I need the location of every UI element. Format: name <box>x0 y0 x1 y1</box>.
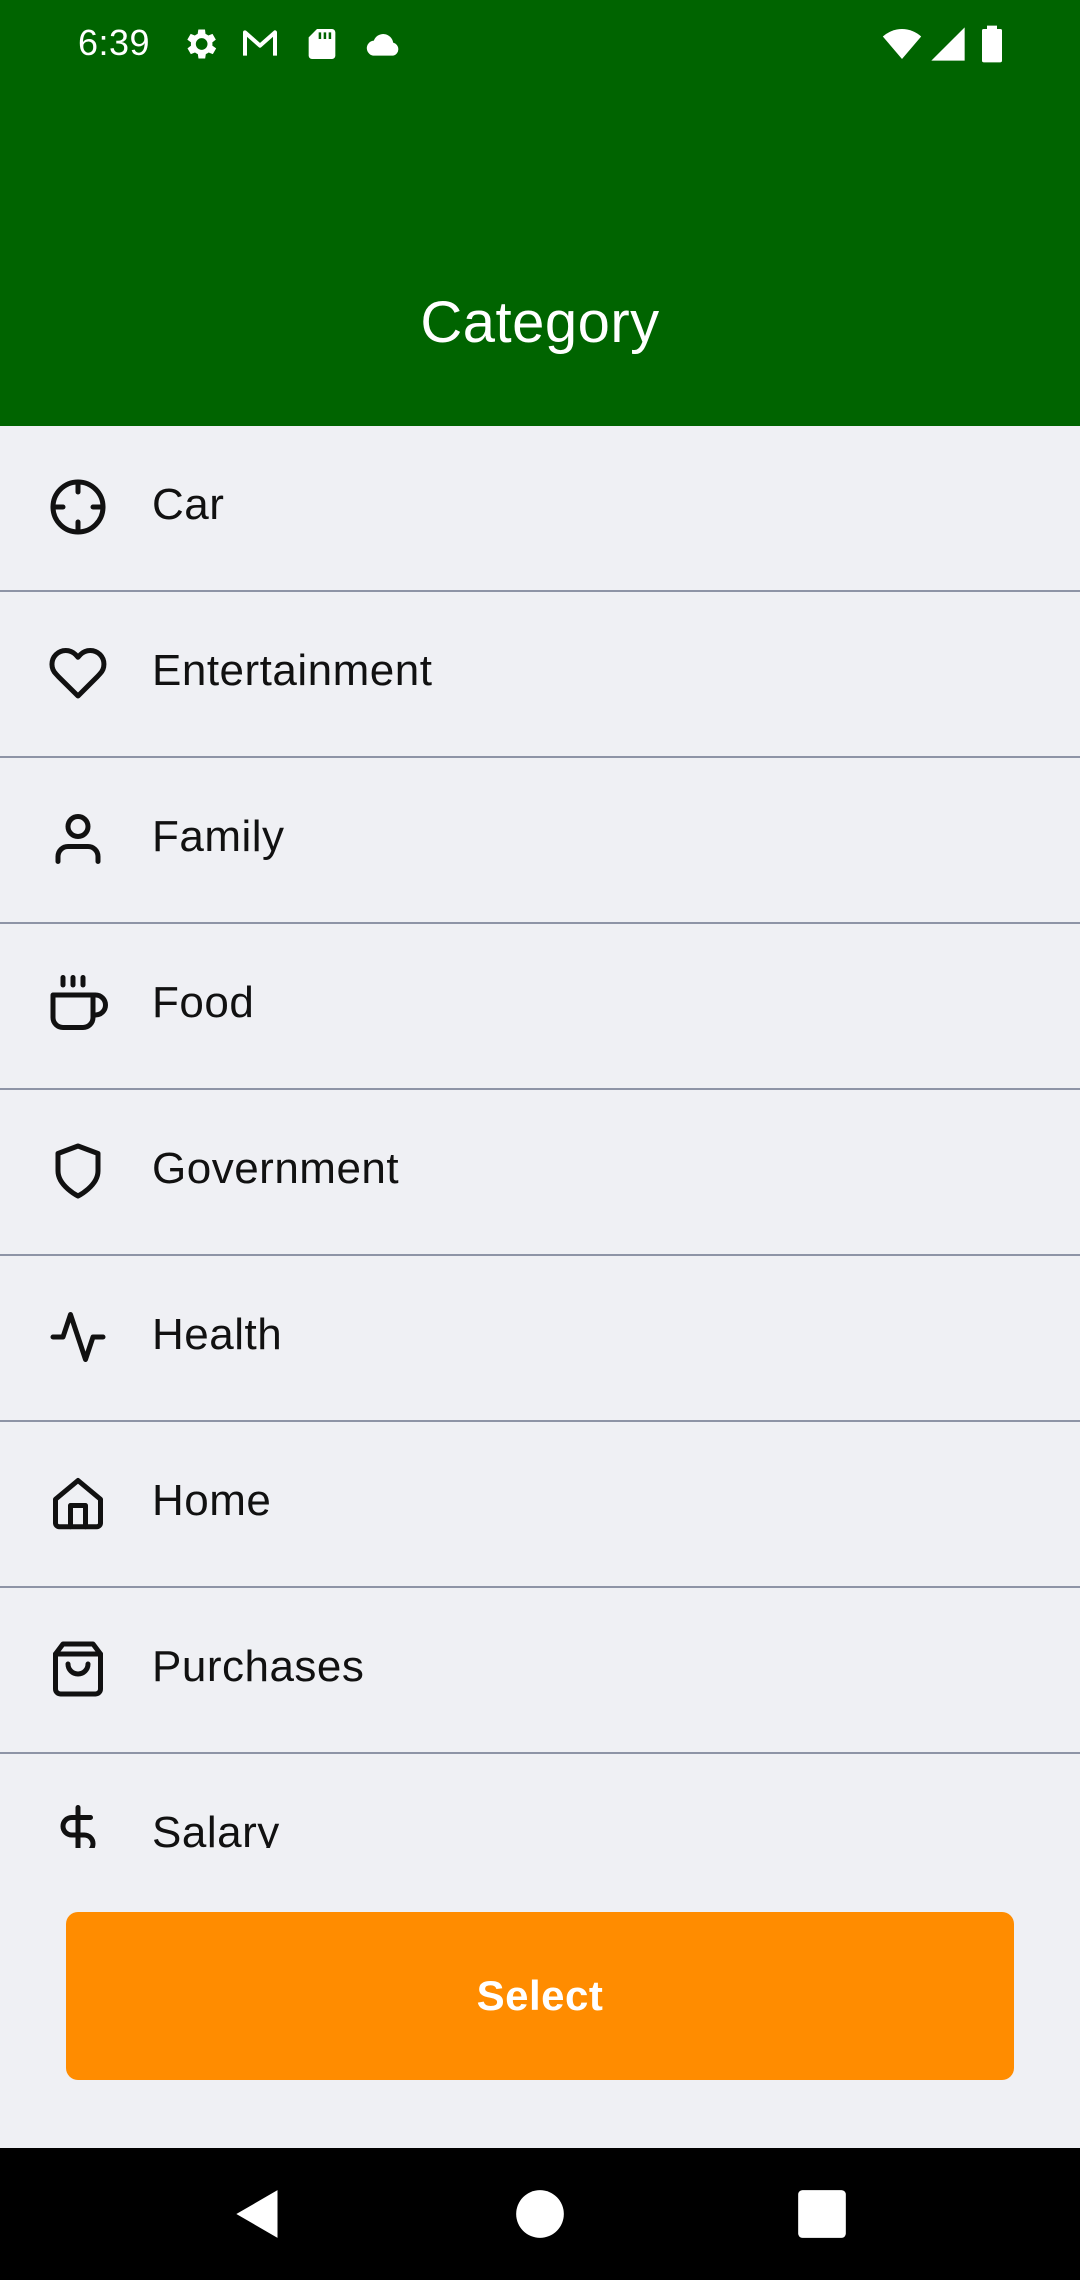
category-list[interactable]: Car Entertainment Family Food Government… <box>0 426 1080 1848</box>
back-icon[interactable] <box>232 2188 284 2240</box>
category-label: Government <box>152 1144 400 1193</box>
home-icon <box>48 1473 108 1533</box>
heart-icon <box>48 643 108 703</box>
settings-icon <box>180 24 220 64</box>
select-button[interactable]: Select <box>66 1912 1014 2080</box>
category-item-government[interactable]: Government <box>0 1090 1080 1256</box>
category-item-food[interactable]: Food <box>0 924 1080 1090</box>
status-time: 6:39 <box>78 22 151 63</box>
category-item-health[interactable]: Health <box>0 1256 1080 1422</box>
cloud-icon <box>364 24 404 64</box>
category-label: Food <box>152 978 255 1027</box>
category-label: Salary <box>152 1808 280 1848</box>
category-item-salary[interactable]: Salary <box>0 1754 1080 1848</box>
gmail-icon <box>240 24 280 64</box>
footer: Select <box>0 1848 1080 2148</box>
shield-icon <box>48 1141 108 1201</box>
category-label: Family <box>152 812 285 861</box>
category-label: Home <box>152 1476 272 1525</box>
app-header: Category <box>0 88 1080 426</box>
category-item-home[interactable]: Home <box>0 1422 1080 1588</box>
category-item-family[interactable]: Family <box>0 758 1080 924</box>
shopping-bag-icon <box>48 1639 108 1699</box>
category-label: Car <box>152 480 225 529</box>
activity-icon <box>48 1307 108 1367</box>
system-nav-bar <box>0 2148 1080 2280</box>
category-item-car[interactable]: Car <box>0 426 1080 592</box>
category-label: Health <box>152 1310 283 1359</box>
page-title: Category <box>420 290 660 355</box>
category-item-entertainment[interactable]: Entertainment <box>0 592 1080 758</box>
dollar-icon <box>48 1805 108 1848</box>
coffee-icon <box>48 975 108 1035</box>
battery-icon <box>976 24 1008 64</box>
recents-icon[interactable] <box>796 2188 848 2240</box>
crosshair-icon <box>48 477 108 537</box>
category-item-purchases[interactable]: Purchases <box>0 1588 1080 1754</box>
status-bar: 6:39 <box>0 0 1080 88</box>
category-label: Entertainment <box>152 646 433 695</box>
home-circle-icon[interactable] <box>514 2188 566 2240</box>
wifi-icon <box>880 24 924 64</box>
signal-icon <box>928 24 968 64</box>
user-icon <box>48 809 108 869</box>
category-label: Purchases <box>152 1642 365 1691</box>
sd-card-icon <box>302 24 342 64</box>
